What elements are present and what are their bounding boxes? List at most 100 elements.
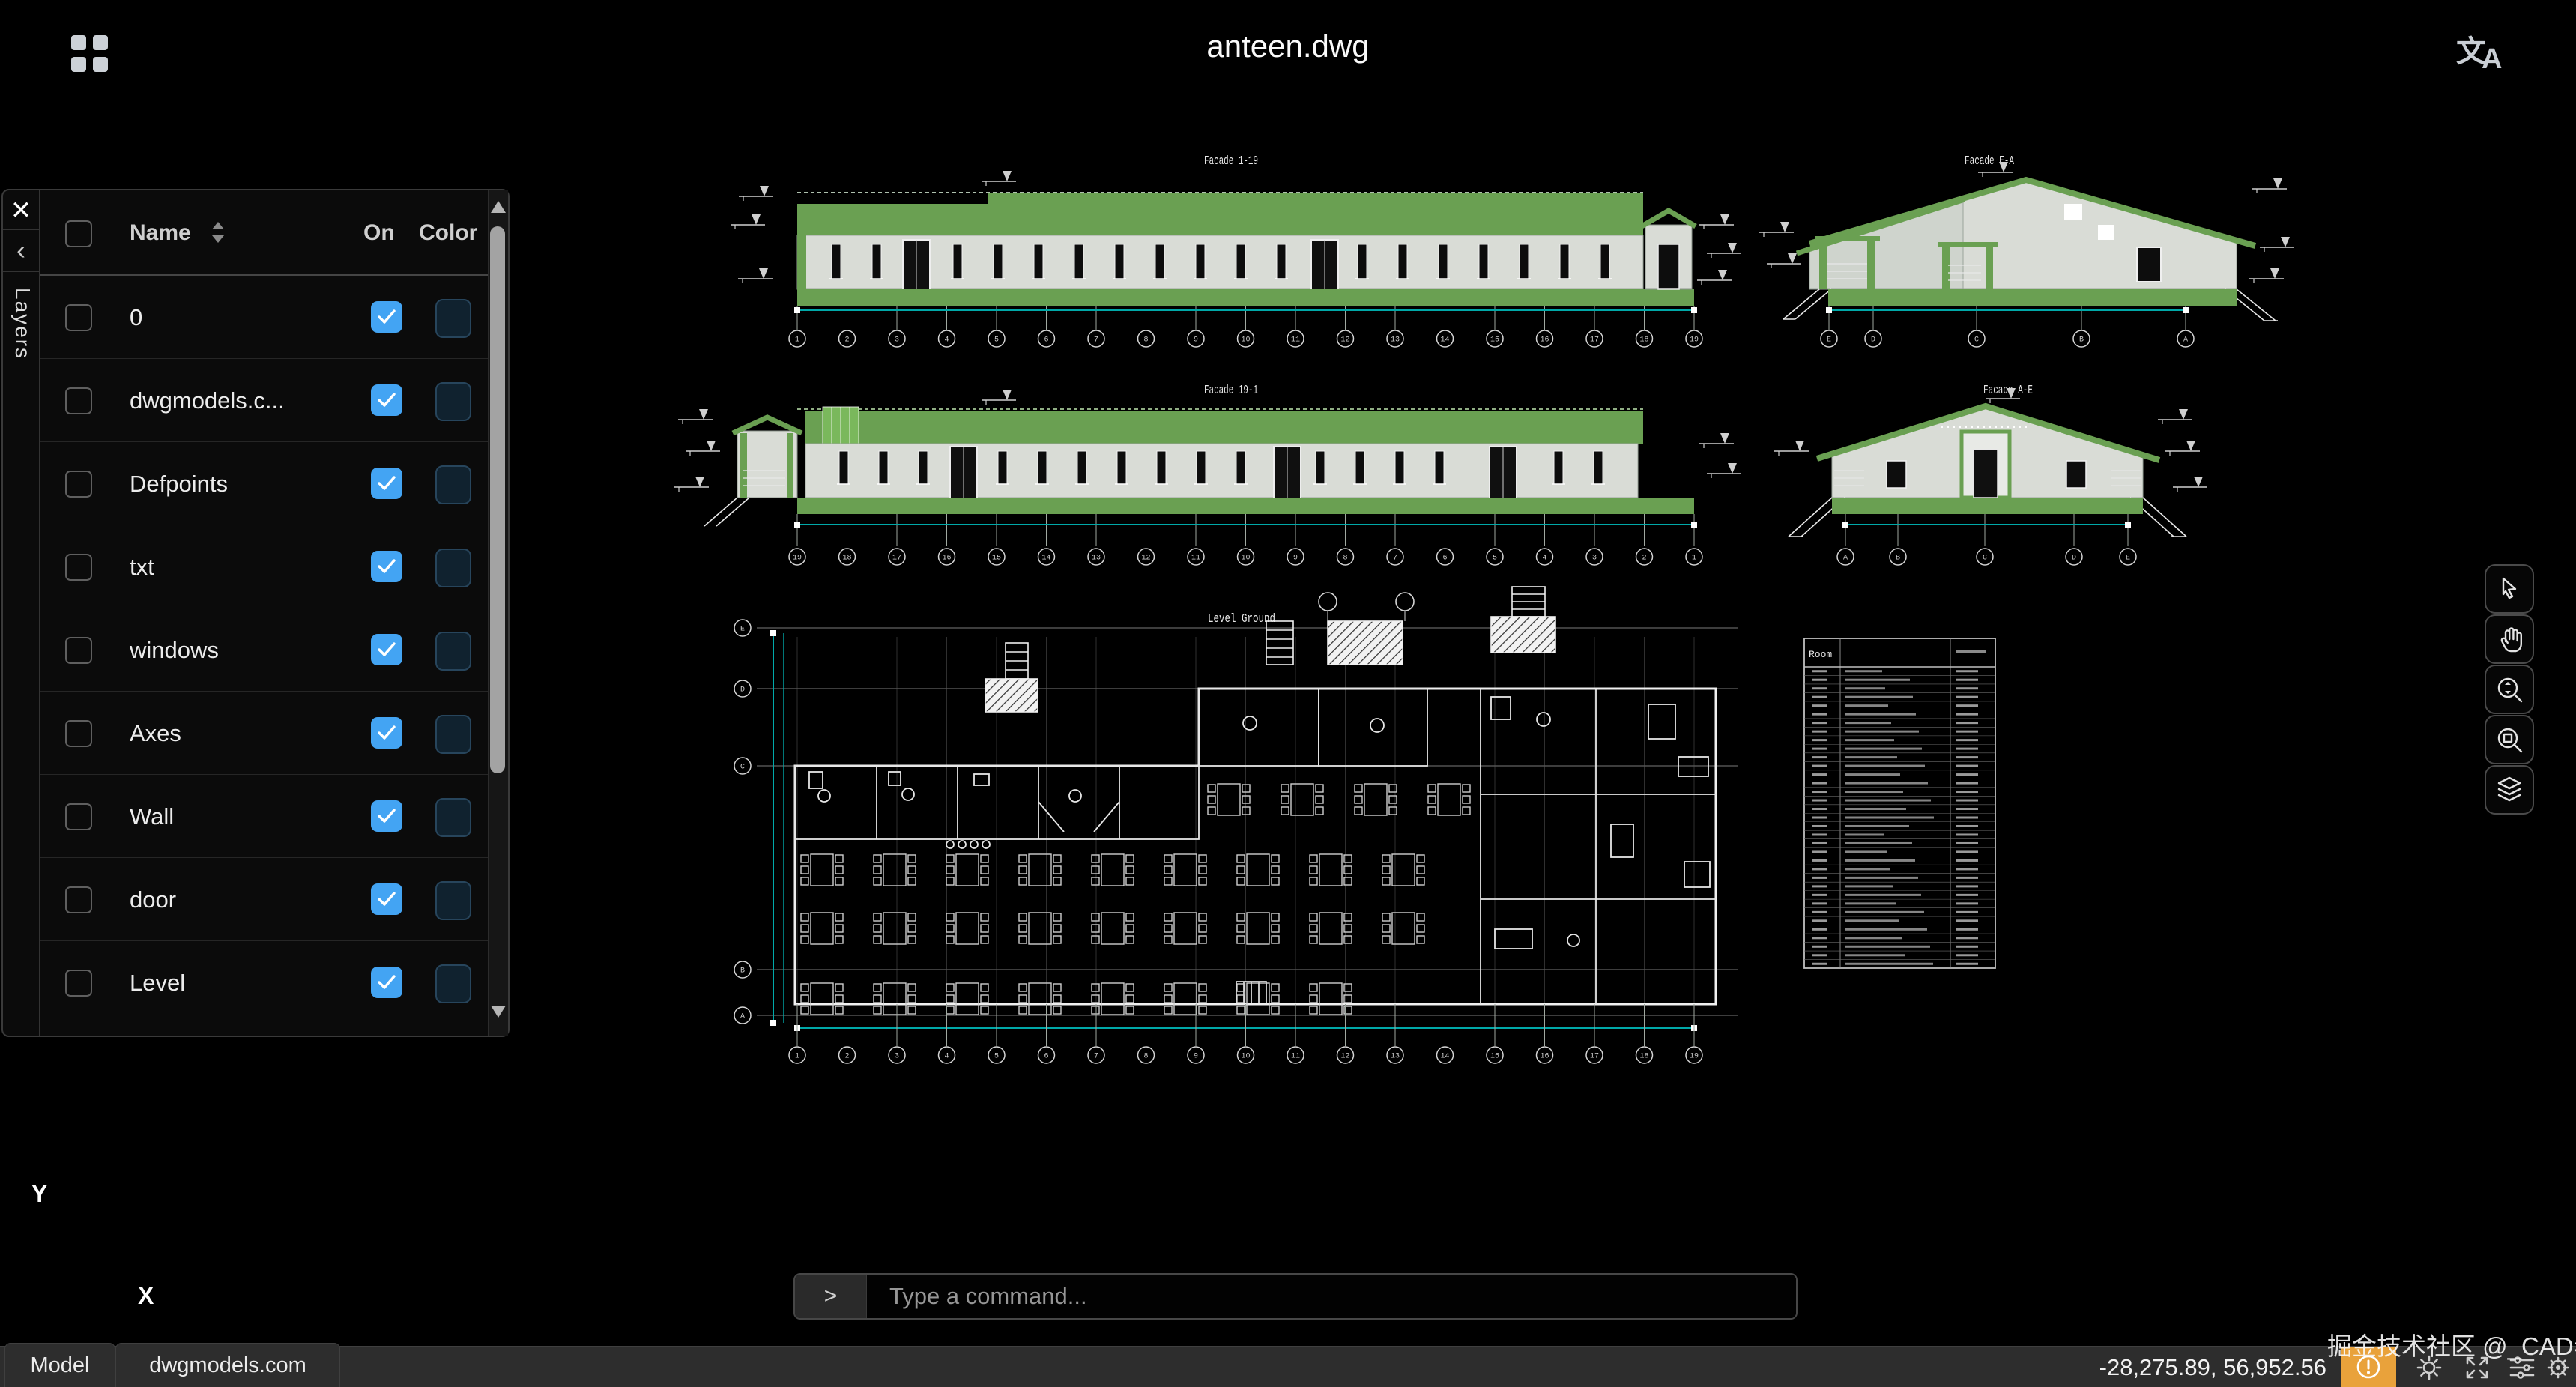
cursor-coordinates: -28,275.89, 56,952.56 (2099, 1354, 2326, 1381)
svg-text:D: D (740, 686, 745, 695)
layer-color-swatch[interactable] (435, 382, 471, 421)
layer-row[interactable]: 0 (40, 276, 489, 359)
language-icon[interactable]: 文 A (2456, 27, 2509, 73)
layer-on-checkbox[interactable] (371, 967, 402, 998)
tab-model[interactable]: Model (4, 1343, 115, 1387)
grid-bubble-label: 6 (1442, 555, 1447, 563)
facade-a-e-label: Facade A-E (1983, 384, 2033, 398)
select-cursor-button[interactable] (2485, 564, 2534, 614)
layer-color-swatch[interactable] (435, 299, 471, 338)
close-icon[interactable]: ✕ (3, 193, 39, 230)
layer-row[interactable]: dwgmodels.c... (40, 359, 489, 442)
drawing-facade-e-a: Facade E-A EDCBA (1759, 154, 2294, 347)
layer-on-checkbox[interactable] (371, 634, 402, 665)
zoom-extents-button[interactable] (2485, 665, 2534, 714)
grid-bubble-label: 10 (1241, 555, 1250, 563)
zoom-window-button[interactable] (2485, 715, 2534, 764)
layer-select-checkbox[interactable] (65, 554, 92, 581)
svg-text:13: 13 (1391, 1053, 1400, 1061)
layer-color-swatch[interactable] (435, 715, 471, 754)
svg-text:4: 4 (944, 1053, 949, 1061)
svg-text:10: 10 (1241, 1053, 1250, 1061)
layer-row[interactable] (40, 1024, 489, 1036)
drawing-facade-19-1: Facade 19-1 1918171615141312111098765432… (674, 384, 1741, 565)
grid-bubble-label: 9 (1194, 336, 1198, 345)
layer-select-checkbox[interactable] (65, 304, 92, 331)
layer-select-checkbox[interactable] (65, 387, 92, 414)
grid-bubble-label: 15 (1490, 336, 1499, 345)
layer-row[interactable]: door (40, 858, 489, 941)
grid-bubble-label: 12 (1141, 555, 1150, 563)
scroll-down-icon[interactable] (491, 1006, 506, 1018)
layer-on-checkbox[interactable] (371, 883, 402, 915)
layer-select-checkbox[interactable] (65, 471, 92, 498)
layer-select-checkbox[interactable] (65, 803, 92, 830)
layer-color-swatch[interactable] (435, 632, 471, 671)
collapse-chevron-icon[interactable]: ‹ (3, 232, 39, 272)
layer-select-checkbox[interactable] (65, 886, 92, 913)
layers-panel-strip: ✕ ‹ Layers (3, 190, 40, 1036)
layer-row[interactable]: Level (40, 941, 489, 1024)
layer-on-checkbox[interactable] (371, 384, 402, 416)
ucs-axis-indicator: Y X (31, 1180, 154, 1309)
grid-bubble-label: 3 (1592, 555, 1597, 563)
layer-on-checkbox[interactable] (371, 551, 402, 582)
layer-select-checkbox[interactable] (65, 970, 92, 997)
command-bar: > (793, 1273, 1798, 1320)
layer-color-swatch[interactable] (435, 964, 471, 1003)
layer-color-swatch[interactable] (435, 549, 471, 587)
svg-text:C: C (1974, 336, 1979, 345)
room-schedule-table: Room (1804, 638, 1995, 968)
facade-19-1-label: Facade 19-1 (1204, 384, 1258, 398)
svg-text:E: E (2126, 555, 2130, 563)
column-header-name[interactable]: Name (130, 220, 191, 246)
layer-select-checkbox[interactable] (65, 637, 92, 664)
layer-on-checkbox[interactable] (371, 468, 402, 499)
layer-name: windows (130, 637, 219, 664)
layers-button[interactable] (2485, 765, 2534, 815)
grid-bubble-label: 1 (795, 336, 799, 345)
layer-row[interactable]: Wall (40, 775, 489, 858)
grid-bubble-label: 7 (1094, 336, 1098, 345)
layer-color-swatch[interactable] (435, 798, 471, 837)
scroll-up-icon[interactable] (491, 201, 506, 213)
layer-name: Axes (130, 720, 181, 747)
tab-dwgmodels[interactable]: dwgmodels.com (115, 1343, 340, 1387)
layer-row[interactable]: Axes (40, 692, 489, 775)
svg-text:14: 14 (1440, 1053, 1449, 1061)
layers-table: Name On Color 0dwgmodels.c...Defpointstx… (40, 190, 508, 1036)
grid-bubble-label: 18 (842, 555, 851, 563)
svg-text:16: 16 (1540, 1053, 1549, 1061)
svg-text:11: 11 (1291, 1053, 1300, 1061)
zoom-window-icon (2493, 723, 2526, 756)
layer-color-swatch[interactable] (435, 465, 471, 504)
layers-panel: ✕ ‹ Layers Name On Color 0dwgmodels.c...… (1, 189, 510, 1037)
layer-name: Defpoints (130, 471, 228, 498)
svg-text:12: 12 (1340, 1053, 1349, 1061)
grid-bubble-label: 5 (994, 336, 999, 345)
select-all-checkbox[interactable] (65, 220, 92, 247)
layer-on-checkbox[interactable] (371, 301, 402, 333)
layer-select-checkbox[interactable] (65, 720, 92, 747)
layer-on-checkbox[interactable] (371, 800, 402, 832)
svg-text:A: A (740, 1013, 745, 1021)
scrollbar[interactable] (488, 190, 508, 1036)
column-header-color: Color (419, 220, 477, 246)
layer-name: door (130, 886, 176, 913)
layer-row[interactable]: txt (40, 525, 489, 608)
svg-text:B: B (1896, 555, 1900, 563)
layer-color-swatch[interactable] (435, 881, 471, 920)
command-input[interactable] (867, 1275, 1796, 1318)
layer-on-checkbox[interactable] (371, 717, 402, 749)
scroll-thumb[interactable] (490, 226, 505, 773)
page-title: anteen.dwg (0, 28, 2576, 64)
drawing-facade-1-19: Facade 1-19 1234567891011121314151617181… (731, 154, 1741, 347)
layer-row[interactable]: windows (40, 608, 489, 692)
layer-name: dwgmodels.c... (130, 387, 285, 414)
grid-bubble-label: 6 (1044, 336, 1048, 345)
svg-text:5: 5 (994, 1053, 999, 1061)
sort-icon[interactable] (209, 220, 227, 244)
pan-button[interactable] (2485, 614, 2534, 664)
facade-e-a-label: Facade E-A (1965, 154, 2015, 169)
layer-row[interactable]: Defpoints (40, 442, 489, 525)
